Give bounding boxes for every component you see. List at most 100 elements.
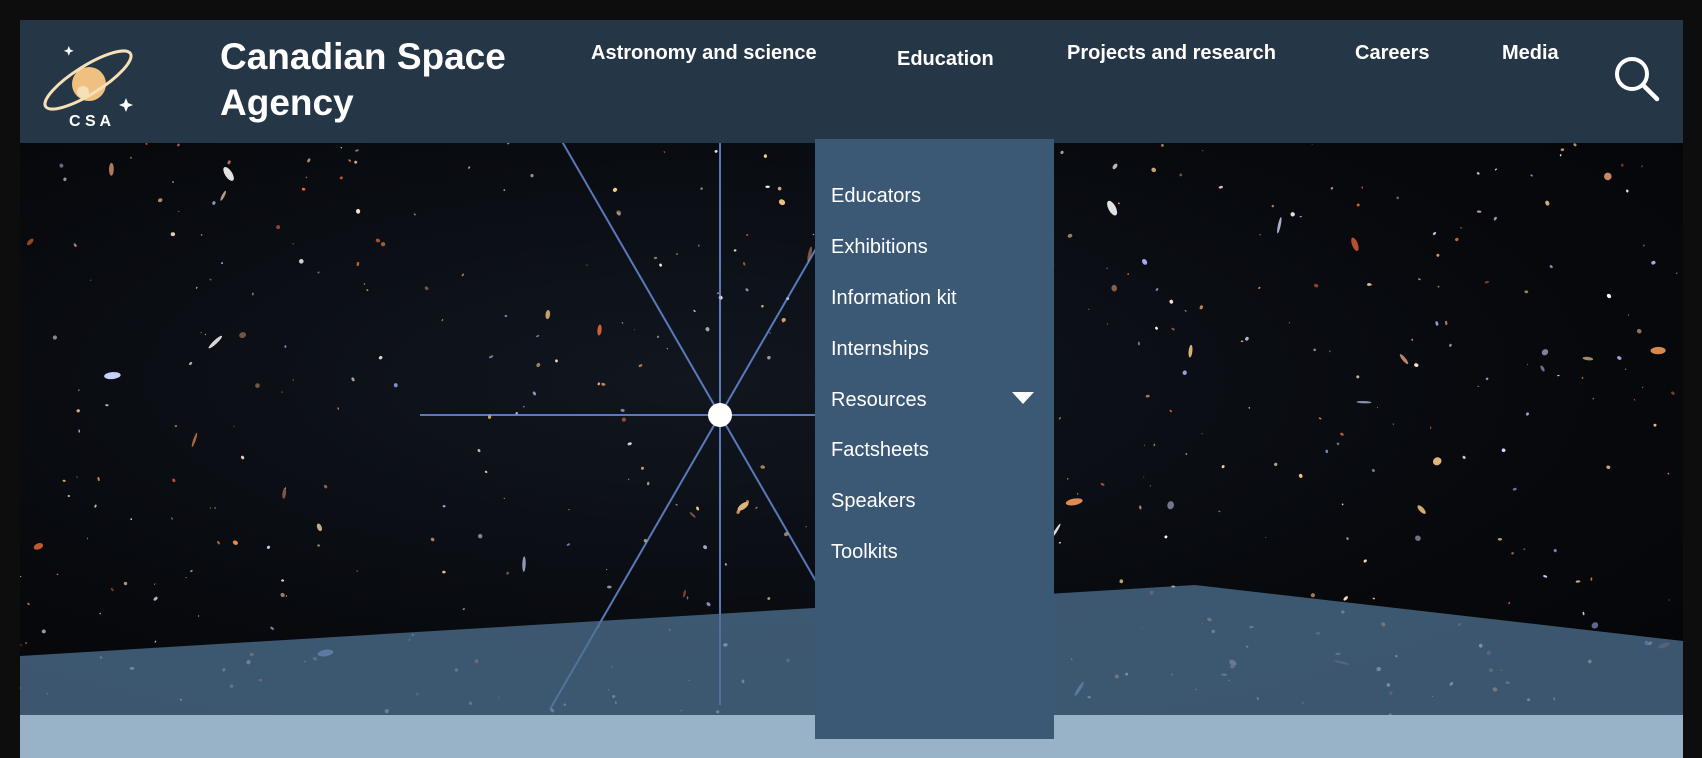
galaxy bbox=[1325, 449, 1329, 454]
galaxy bbox=[566, 543, 571, 546]
galaxy bbox=[616, 210, 622, 215]
galaxy bbox=[1435, 321, 1439, 326]
galaxy bbox=[298, 259, 304, 264]
galaxy bbox=[1274, 462, 1278, 467]
galaxy bbox=[1581, 376, 1584, 379]
galaxy bbox=[1288, 322, 1290, 324]
galaxy bbox=[1575, 580, 1581, 583]
menu-item-factsheets[interactable]: Factsheets bbox=[831, 439, 929, 462]
galaxy bbox=[1626, 189, 1629, 193]
galaxy bbox=[292, 243, 294, 245]
galaxy bbox=[1149, 485, 1151, 487]
galaxy bbox=[1445, 320, 1448, 326]
galaxy bbox=[105, 404, 109, 407]
galaxy bbox=[1330, 186, 1334, 190]
menu-item-exhibitions[interactable]: Exhibitions bbox=[831, 236, 928, 259]
galaxy bbox=[507, 143, 510, 145]
search-button[interactable] bbox=[1612, 54, 1662, 104]
galaxy bbox=[489, 355, 494, 359]
menu-item-information-kit[interactable]: Information kit bbox=[831, 287, 957, 310]
galaxy bbox=[1484, 280, 1490, 284]
galaxy bbox=[1143, 476, 1145, 478]
galaxy bbox=[108, 162, 114, 176]
galaxy bbox=[97, 476, 100, 482]
site-title[interactable]: Canadian Space Agency bbox=[220, 34, 560, 126]
galaxy bbox=[1392, 423, 1394, 425]
galaxy bbox=[545, 310, 551, 320]
galaxy bbox=[1582, 611, 1585, 616]
caret-down-icon[interactable] bbox=[1012, 392, 1034, 404]
galaxy bbox=[200, 332, 202, 334]
galaxy bbox=[130, 518, 132, 520]
galaxy bbox=[292, 379, 294, 381]
galaxy bbox=[769, 332, 771, 334]
galaxy bbox=[612, 187, 618, 192]
galaxy bbox=[1277, 217, 1282, 234]
galaxy bbox=[204, 333, 206, 336]
galaxy bbox=[232, 540, 238, 545]
galaxy bbox=[375, 238, 381, 243]
galaxy bbox=[1543, 575, 1548, 578]
galaxy bbox=[1145, 394, 1150, 398]
galaxy bbox=[1559, 154, 1562, 157]
galaxy bbox=[1643, 244, 1645, 247]
galaxy bbox=[233, 425, 235, 427]
galaxy bbox=[1641, 165, 1643, 168]
galaxy bbox=[317, 271, 320, 274]
galaxy bbox=[1415, 535, 1421, 541]
galaxy bbox=[305, 176, 308, 179]
galaxy bbox=[628, 478, 630, 480]
galaxy bbox=[607, 585, 612, 589]
galaxy bbox=[214, 507, 216, 509]
menu-item-internships[interactable]: Internships bbox=[831, 338, 929, 361]
galaxy bbox=[1493, 216, 1497, 221]
menu-item-speakers[interactable]: Speakers bbox=[831, 490, 916, 513]
galaxy bbox=[209, 507, 211, 509]
galaxy bbox=[208, 335, 223, 349]
galaxy bbox=[504, 314, 508, 318]
galaxy bbox=[130, 156, 132, 159]
galaxy bbox=[1137, 341, 1140, 346]
galaxy bbox=[484, 470, 488, 474]
galaxy bbox=[340, 146, 342, 149]
galaxy bbox=[76, 476, 79, 478]
galaxy bbox=[145, 143, 148, 145]
galaxy bbox=[1118, 202, 1120, 205]
galaxy bbox=[1160, 143, 1164, 147]
galaxy bbox=[1627, 314, 1630, 316]
menu-item-educators[interactable]: Educators bbox=[831, 185, 921, 208]
galaxy bbox=[705, 327, 710, 332]
galaxy bbox=[1311, 143, 1313, 145]
galaxy bbox=[1188, 344, 1193, 358]
galaxy bbox=[1127, 273, 1130, 275]
nav-media[interactable]: Media bbox=[1502, 42, 1559, 65]
menu-item-resources[interactable]: Resources bbox=[831, 389, 927, 412]
galaxy bbox=[733, 249, 737, 252]
galaxy bbox=[1417, 278, 1421, 281]
galaxy bbox=[1512, 487, 1517, 491]
galaxy bbox=[26, 238, 34, 246]
galaxy bbox=[506, 571, 510, 575]
nav-careers[interactable]: Careers bbox=[1355, 42, 1430, 65]
galaxy bbox=[1351, 237, 1359, 252]
galaxy bbox=[522, 556, 526, 572]
galaxy bbox=[172, 180, 174, 184]
csa-logo[interactable]: C S A bbox=[38, 32, 142, 130]
menu-item-toolkits[interactable]: Toolkits bbox=[831, 541, 898, 564]
galaxy bbox=[1142, 259, 1148, 265]
nav-projects-and-research[interactable]: Projects and research bbox=[1067, 42, 1276, 65]
galaxy bbox=[1356, 203, 1360, 207]
galaxy bbox=[697, 244, 700, 247]
galaxy bbox=[1343, 596, 1348, 601]
nav-education[interactable]: Education bbox=[897, 48, 994, 71]
galaxy bbox=[761, 304, 764, 308]
galaxy bbox=[1399, 354, 1409, 365]
galaxy bbox=[555, 359, 558, 363]
galaxy bbox=[634, 329, 636, 331]
nav-astronomy-and-science[interactable]: Astronomy and science bbox=[591, 42, 817, 65]
galaxy bbox=[1485, 377, 1489, 381]
galaxy bbox=[1067, 233, 1073, 238]
galaxy bbox=[170, 232, 176, 237]
galaxy bbox=[1106, 267, 1108, 270]
galaxy bbox=[76, 409, 80, 413]
